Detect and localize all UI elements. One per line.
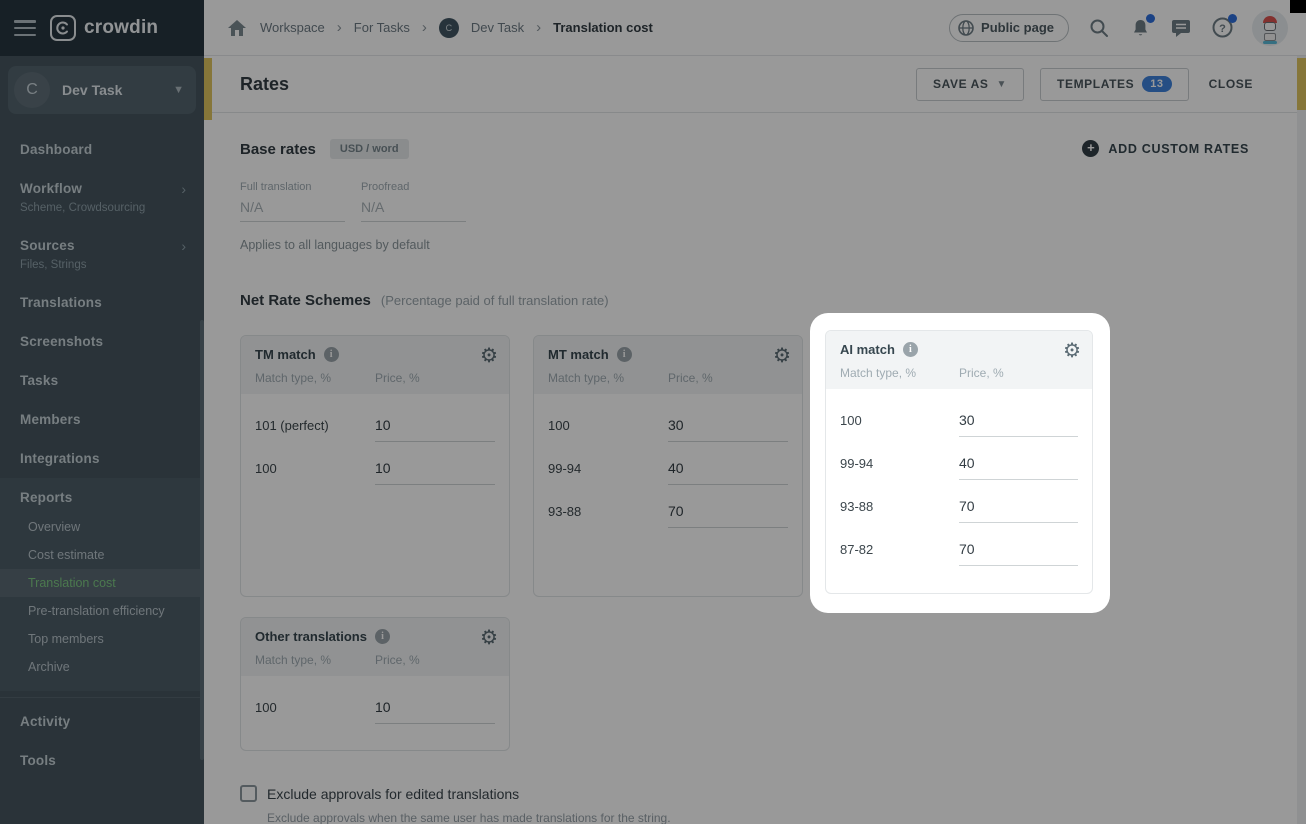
- info-icon[interactable]: i: [903, 342, 918, 357]
- price-input[interactable]: 70: [959, 498, 1078, 523]
- rate-row: 100 30: [840, 399, 1078, 442]
- dim-overlay: [0, 0, 1306, 824]
- ai-match-spotlight: AI match i Match type, % Price, % ⚙ 100 …: [810, 313, 1110, 613]
- price-column-header: Price, %: [959, 366, 1078, 380]
- rate-row: 99-94 40: [840, 442, 1078, 485]
- gear-icon[interactable]: ⚙: [1063, 340, 1081, 360]
- rate-row: 87-82 70: [840, 528, 1078, 571]
- screen-corner-artifact: [1290, 0, 1306, 13]
- rate-row: 93-88 70: [840, 485, 1078, 528]
- ai-match-card: AI match i Match type, % Price, % ⚙ 100 …: [825, 330, 1093, 594]
- ai-match-title: AI match: [840, 342, 895, 357]
- match-type-column-header: Match type, %: [840, 366, 959, 380]
- price-input[interactable]: 70: [959, 541, 1078, 566]
- price-input[interactable]: 30: [959, 412, 1078, 437]
- price-input[interactable]: 40: [959, 455, 1078, 480]
